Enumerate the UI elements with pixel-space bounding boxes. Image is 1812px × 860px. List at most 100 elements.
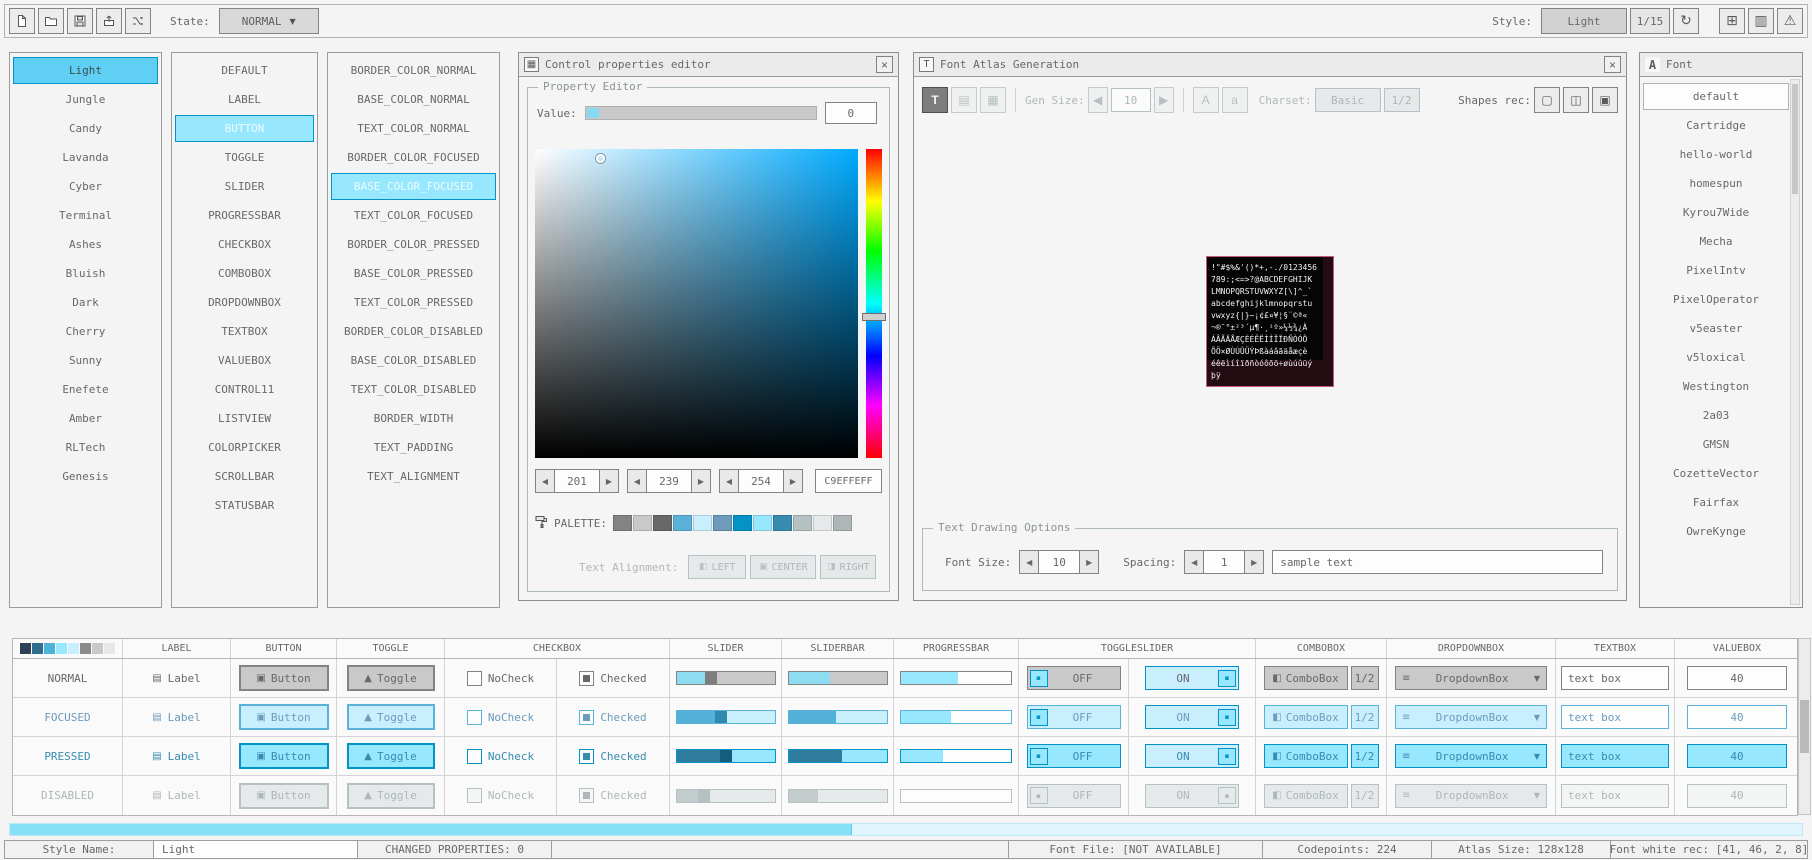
property-item[interactable]: BASE_COLOR_PRESSED (331, 260, 496, 287)
style-item[interactable]: Light (13, 57, 158, 84)
property-item[interactable]: TEXT_PADDING (331, 434, 496, 461)
font-case-lower-button[interactable]: a (1222, 87, 1248, 113)
property-item[interactable]: BORDER_COLOR_NORMAL (331, 57, 496, 84)
preview-label[interactable]: ▤Label (152, 789, 201, 802)
control-item[interactable]: TEXTBOX (175, 318, 314, 345)
preview-button[interactable]: ▣Button (239, 665, 329, 691)
property-item[interactable]: BORDER_COLOR_PRESSED (331, 231, 496, 258)
preview-checkbox-unchecked[interactable]: NoCheck (467, 671, 534, 686)
font-item[interactable]: PixelOperator (1643, 286, 1789, 313)
style-dropdown[interactable]: Light (1541, 8, 1627, 34)
preview-combobox[interactable]: ◧ComboBox (1264, 744, 1348, 768)
preview-toggleslider-off[interactable]: ▪OFF (1027, 784, 1121, 808)
load-style-button[interactable] (38, 8, 64, 34)
color-swatch[interactable] (633, 515, 652, 531)
font-item[interactable]: default (1643, 83, 1789, 110)
preview-textbox[interactable]: text box (1561, 744, 1669, 768)
property-item[interactable]: BORDER_COLOR_FOCUSED (331, 144, 496, 171)
spinner-left-button[interactable]: ◀ (1184, 550, 1204, 574)
preview-button[interactable]: ▣Button (239, 743, 329, 769)
color-swatch[interactable] (80, 643, 91, 654)
property-item[interactable]: BORDER_WIDTH (331, 405, 496, 432)
preview-slider[interactable] (676, 749, 776, 763)
preview-sliderbar[interactable] (788, 671, 888, 685)
property-item[interactable]: BASE_COLOR_NORMAL (331, 86, 496, 113)
shapes-rec-split-button[interactable]: ◫ (1563, 87, 1589, 113)
control-item[interactable]: TOGGLE (175, 144, 314, 171)
report-issue-button[interactable]: ⚠ (1777, 8, 1803, 34)
font-item[interactable]: GMSN (1643, 431, 1789, 458)
preview-toggleslider-off[interactable]: ▪OFF (1027, 744, 1121, 768)
slider-thumb[interactable] (587, 108, 599, 118)
control-item[interactable]: CONTROL11 (175, 376, 314, 403)
charset-dropdown[interactable]: Basic (1315, 88, 1381, 112)
color-swatch[interactable] (833, 515, 852, 531)
style-item[interactable]: Ashes (13, 231, 158, 258)
property-item[interactable]: TEXT_ALIGNMENT (331, 463, 496, 490)
color-swatch[interactable] (713, 515, 732, 531)
controls-layout-button[interactable]: ▥ (1748, 8, 1774, 34)
spinner-right-button[interactable]: ▶ (1244, 550, 1264, 574)
style-item[interactable]: Amber (13, 405, 158, 432)
color-swatch[interactable] (92, 643, 103, 654)
control-item[interactable]: COMBOBOX (175, 260, 314, 287)
property-item[interactable]: TEXT_COLOR_FOCUSED (331, 202, 496, 229)
color-swatch[interactable] (653, 515, 672, 531)
table-vertical-scrollbar[interactable] (1798, 638, 1811, 815)
control-item[interactable]: SLIDER (175, 173, 314, 200)
spinner-left-button[interactable]: ◀ (535, 469, 555, 493)
combobox-count-button[interactable]: 1/2 (1351, 666, 1379, 690)
red-value[interactable]: 201 (555, 469, 599, 493)
preview-label[interactable]: ▤Label (152, 711, 201, 724)
preview-valuebox[interactable]: 40 (1687, 784, 1787, 808)
value-slider[interactable] (585, 106, 817, 120)
green-value[interactable]: 239 (647, 469, 691, 493)
font-item[interactable]: OwreKynge (1643, 518, 1789, 545)
scrollbar-thumb[interactable] (1792, 84, 1798, 194)
property-item[interactable]: TEXT_COLOR_NORMAL (331, 115, 496, 142)
font-item[interactable]: Fairfax (1643, 489, 1789, 516)
save-style-button[interactable] (67, 8, 93, 34)
preview-toggle[interactable]: ▲Toggle (347, 743, 435, 769)
font-item[interactable]: Cartridge (1643, 112, 1789, 139)
slider-knob[interactable] (698, 790, 710, 802)
control-item[interactable]: DROPDOWNBOX (175, 289, 314, 316)
align-center-button[interactable]: ▣ CENTER (750, 555, 816, 579)
property-item[interactable]: TEXT_COLOR_DISABLED (331, 376, 496, 403)
slider-knob[interactable] (720, 750, 732, 762)
style-item[interactable]: Candy (13, 115, 158, 142)
color-swatch[interactable] (693, 515, 712, 531)
font-atlas-image[interactable]: !"#$%&'()*+,-./0123456 789:;<=>?@ABCDEFG… (1206, 256, 1334, 387)
preview-checkbox-unchecked[interactable]: NoCheck (467, 749, 534, 764)
preview-label[interactable]: ▤Label (152, 672, 201, 685)
color-swatch[interactable] (773, 515, 792, 531)
color-swatch[interactable] (44, 643, 55, 654)
font-item[interactable]: Westington (1643, 373, 1789, 400)
spinner-right-button[interactable]: ▶ (783, 469, 803, 493)
combobox-count-button[interactable]: 1/2 (1351, 744, 1379, 768)
control-item[interactable]: PROGRESSBAR (175, 202, 314, 229)
preview-sliderbar[interactable] (788, 789, 888, 803)
font-item[interactable]: Mecha (1643, 228, 1789, 255)
align-right-button[interactable]: ◨ RIGHT (820, 555, 876, 579)
shapes-rec-fill-button[interactable]: ▣ (1592, 87, 1618, 113)
color-swatch[interactable] (32, 643, 43, 654)
color-swatch[interactable] (793, 515, 812, 531)
spinner-right-button[interactable]: ▶ (691, 469, 711, 493)
export-atlas-button[interactable]: ▦ (980, 87, 1006, 113)
font-item[interactable]: PixelIntv (1643, 257, 1789, 284)
style-item[interactable]: Terminal (13, 202, 158, 229)
color-swatch[interactable] (20, 643, 31, 654)
random-style-button[interactable] (125, 8, 151, 34)
font-item[interactable]: Kyrou7Wide (1643, 199, 1789, 226)
preview-toggleslider-on[interactable]: ON▪ (1145, 705, 1239, 729)
color-picker-cursor[interactable] (596, 154, 605, 163)
preview-dropdownbox[interactable]: ≡DropdownBox▼ (1395, 784, 1547, 808)
preview-checkbox-unchecked[interactable]: NoCheck (467, 710, 534, 725)
gen-size-increase-button[interactable]: ▶ (1154, 87, 1174, 113)
font-item[interactable]: homespun (1643, 170, 1789, 197)
preview-toggleslider-on[interactable]: ON▪ (1145, 744, 1239, 768)
preview-slider[interactable] (676, 789, 776, 803)
preview-toggle[interactable]: ▲Toggle (347, 704, 435, 730)
font-item[interactable]: 2a03 (1643, 402, 1789, 429)
